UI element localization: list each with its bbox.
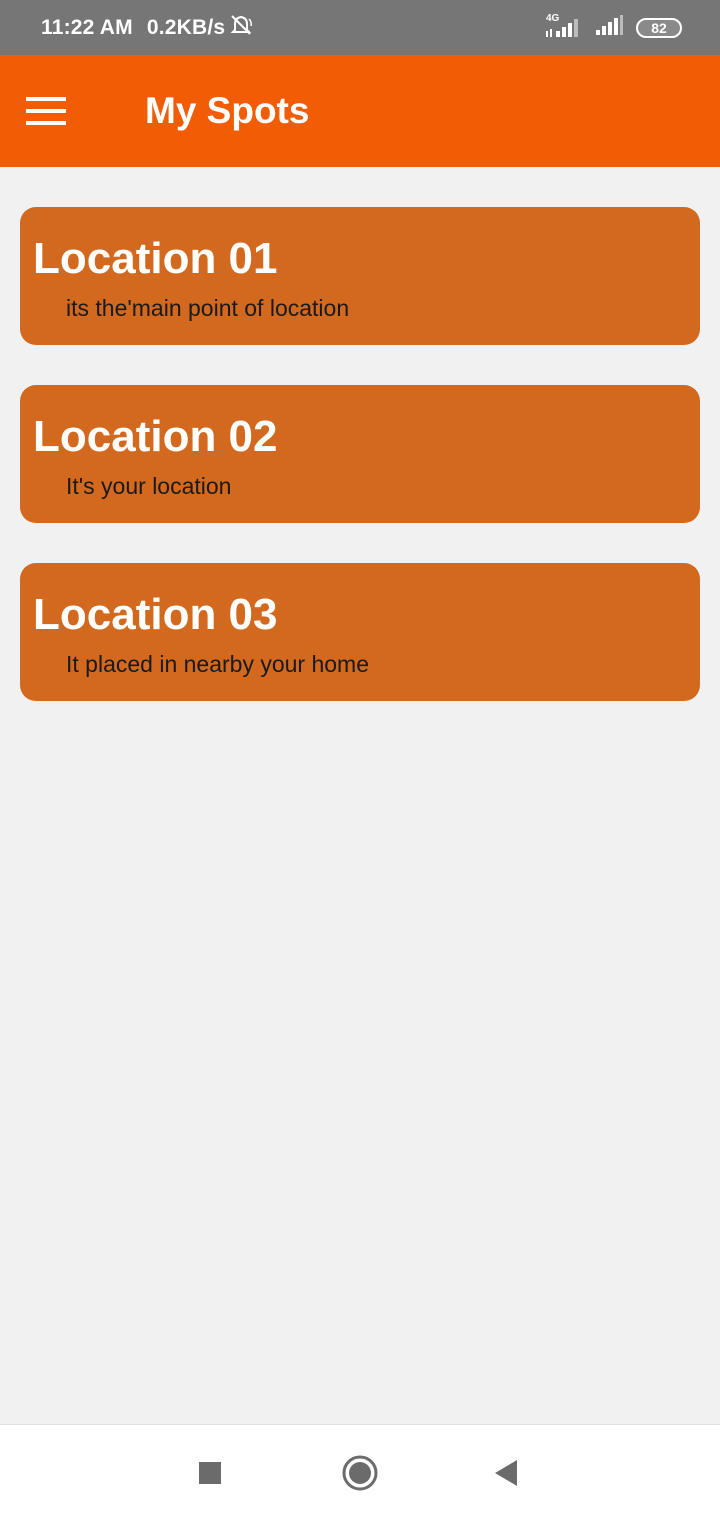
location-list: Location 01 its the'main point of locati… <box>20 207 700 741</box>
menu-line <box>26 97 66 101</box>
mute-bell-icon <box>229 13 255 43</box>
location-title: Location 02 <box>33 412 278 461</box>
location-title: Location 01 <box>33 234 278 283</box>
back-triangle-icon[interactable] <box>466 1425 546 1520</box>
location-card-01[interactable]: Location 01 its the'main point of locati… <box>20 207 700 345</box>
hamburger-menu-icon[interactable] <box>22 91 68 131</box>
status-right: 4G 82 <box>544 0 682 55</box>
location-subtitle: its the'main point of location <box>66 295 350 321</box>
app-bar: My Spots <box>0 55 720 167</box>
menu-line <box>26 121 66 125</box>
location-card-03[interactable]: Location 03 It placed in nearby your hom… <box>20 563 700 701</box>
location-card-02[interactable]: Location 02 It's your location <box>20 385 700 523</box>
location-title: Location 03 <box>33 590 278 639</box>
battery-level: 82 <box>651 19 667 36</box>
location-subtitle: It's your location <box>66 473 232 499</box>
recents-square-icon[interactable] <box>170 1425 250 1520</box>
status-net-speed: 0.2KB/s <box>146 15 226 39</box>
status-net-speed-group: 0.2KB/s <box>147 13 255 43</box>
system-nav-bar <box>0 1424 720 1520</box>
battery-icon: 82 <box>636 17 682 38</box>
menu-line <box>26 109 66 113</box>
location-subtitle: It placed in nearby your home <box>66 651 370 677</box>
page-title: My Spots <box>145 90 310 131</box>
home-circle-icon[interactable] <box>320 1425 400 1520</box>
signal-4g-icon: 4G <box>544 13 582 41</box>
status-bar: 11:22 AM 0.2KB/s 4G 82 <box>0 0 720 55</box>
signal-icon <box>594 14 624 41</box>
status-time: 11:22 AM <box>41 15 133 39</box>
status-left: 11:22 AM 0.2KB/s <box>41 0 255 55</box>
